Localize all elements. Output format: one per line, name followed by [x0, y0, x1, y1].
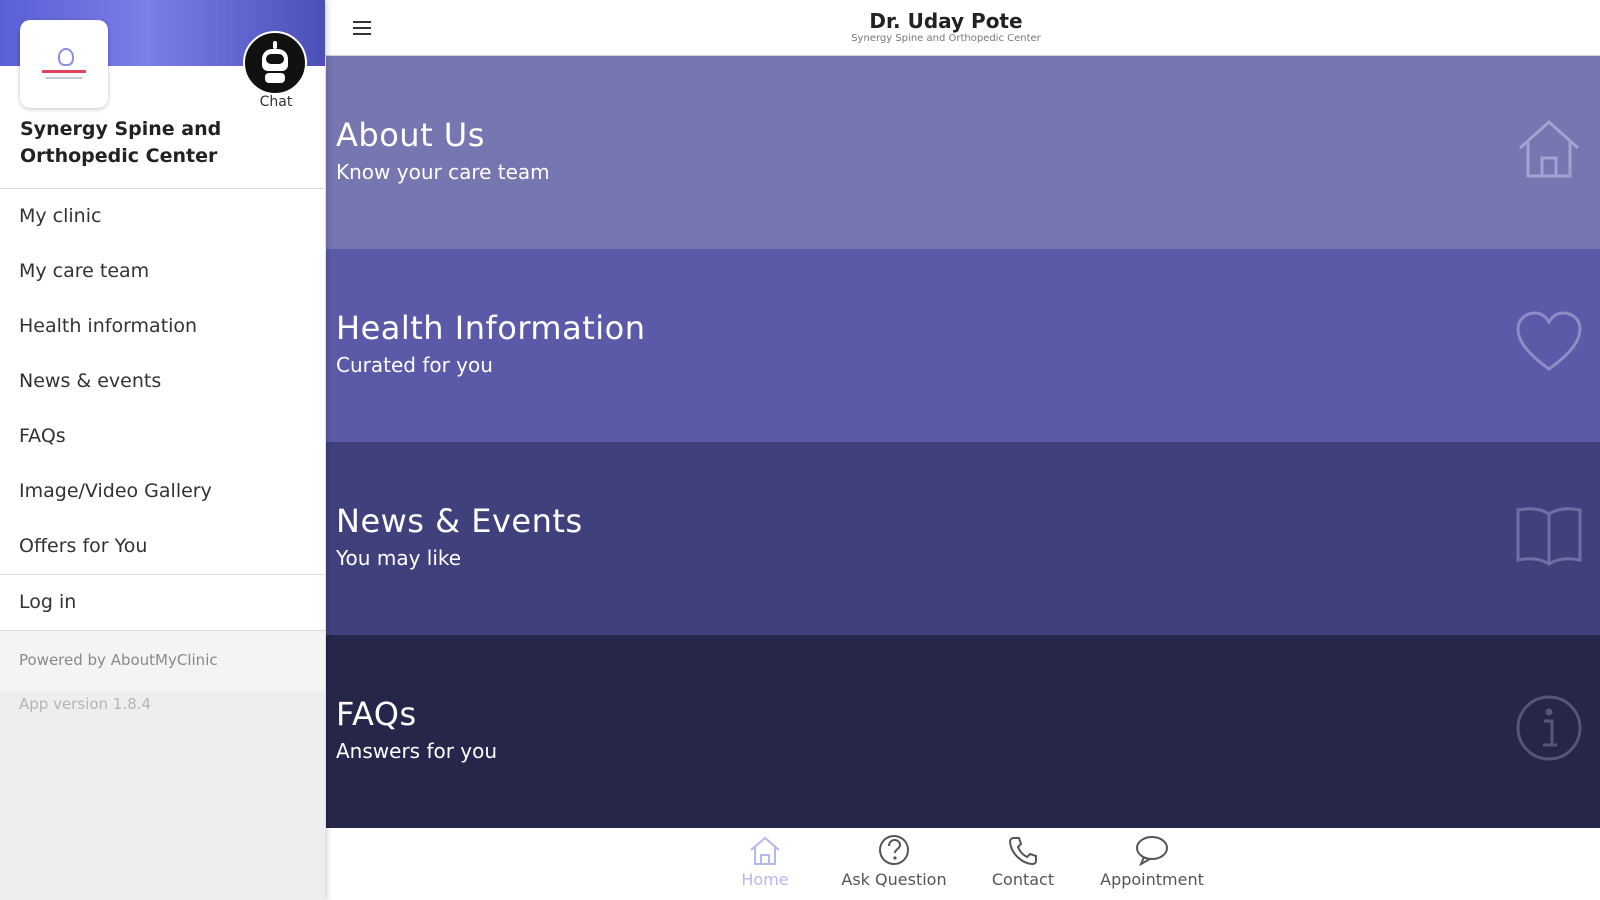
drawer-header: Chat Synergy Spine and Orthopedic Center: [0, 0, 325, 189]
tile-subtitle: Answers for you: [336, 739, 498, 763]
nav-label: Home: [741, 870, 789, 889]
menu-item-my-clinic[interactable]: My clinic: [0, 189, 325, 244]
question-icon: [879, 835, 909, 865]
home-tiles: About Us Know your care team Health Info…: [326, 56, 1600, 828]
home-icon: [750, 836, 780, 865]
nav-contact[interactable]: Contact: [958, 834, 1088, 896]
tile-subtitle: Curated for you: [336, 353, 493, 377]
tile-title: FAQs: [336, 695, 417, 733]
menu-item-offers[interactable]: Offers for You: [0, 519, 325, 574]
menu-item-news-events[interactable]: News & events: [0, 354, 325, 409]
nav-ask-question[interactable]: Ask Question: [829, 834, 959, 896]
tile-title: About Us: [336, 116, 485, 154]
menu-item-health-information[interactable]: Health information: [0, 299, 325, 354]
clinic-name-line1: Synergy Spine and: [20, 118, 222, 140]
navigation-drawer: Chat Synergy Spine and Orthopedic Center…: [0, 0, 325, 900]
nav-label: Appointment: [1100, 870, 1204, 889]
menu-item-my-care-team[interactable]: My care team: [0, 244, 325, 299]
drawer-menu: My clinic My care team Health informatio…: [0, 189, 325, 631]
app-root: Dr. Uday Pote Synergy Spine and Orthoped…: [0, 0, 1600, 900]
chat-label: Chat: [259, 94, 293, 110]
menu-item-login[interactable]: Log in: [0, 575, 325, 630]
clinic-logo: [20, 20, 108, 108]
tile-news-events[interactable]: News & Events You may like: [326, 442, 1600, 635]
hamburger-icon[interactable]: [353, 21, 371, 35]
book-icon: [1516, 507, 1582, 566]
tile-title: Health Information: [336, 309, 646, 347]
bottom-navigation: Home Ask Question Contact Appointment: [326, 828, 1600, 900]
nav-home[interactable]: Home: [700, 834, 830, 896]
nav-appointment[interactable]: Appointment: [1087, 834, 1217, 896]
tile-title: News & Events: [336, 502, 583, 540]
menu-item-gallery[interactable]: Image/Video Gallery: [0, 464, 325, 519]
powered-by: Powered by AboutMyClinic: [0, 631, 325, 691]
app-version: App version 1.8.4: [19, 695, 151, 713]
page-subtitle: Synergy Spine and Orthopedic Center: [851, 33, 1041, 44]
tile-health-information[interactable]: Health Information Curated for you: [326, 249, 1600, 442]
nav-label: Contact: [991, 870, 1055, 889]
tile-about-us[interactable]: About Us Know your care team: [326, 56, 1600, 249]
info-icon: [1516, 695, 1582, 761]
heart-icon: [1516, 311, 1582, 371]
tile-subtitle: You may like: [336, 546, 462, 570]
tile-faqs[interactable]: FAQs Answers for you: [326, 635, 1600, 828]
phone-icon: [1008, 837, 1037, 866]
clinic-name: Synergy Spine and Orthopedic Center: [20, 116, 260, 170]
chatbot-icon[interactable]: [243, 31, 307, 95]
clinic-name-line2: Orthopedic Center: [20, 145, 218, 167]
home-icon: [1518, 119, 1580, 178]
nav-label: Ask Question: [841, 870, 947, 889]
tile-subtitle: Know your care team: [336, 160, 550, 184]
page-title: Dr. Uday Pote: [869, 9, 1023, 33]
chat-bubble-icon: [1136, 836, 1168, 866]
menu-item-faqs[interactable]: FAQs: [0, 409, 325, 464]
